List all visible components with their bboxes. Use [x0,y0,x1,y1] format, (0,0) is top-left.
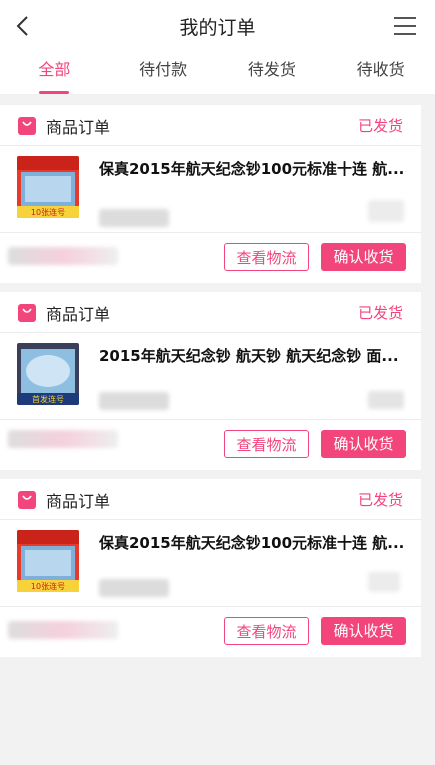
total-redacted [8,621,118,639]
page-title: 我的订单 [179,16,256,39]
quantity-redacted [368,572,400,592]
order-card: 商品订单 已发货 首发连号 2015年航天纪念钞 航天钞 航天纪念钞 面... … [0,292,421,470]
confirm-receipt-button[interactable]: 确认收货 [321,430,406,458]
product-thumbnail[interactable]: 10张连号 [17,156,79,218]
svg-text:10张连号: 10张连号 [31,581,65,591]
shopping-bag-icon [18,117,36,135]
divider [0,419,421,420]
order-header: 商品订单 已发货 [0,105,421,145]
shopping-bag-icon [18,491,36,509]
quantity-redacted [368,200,404,222]
order-status: 已发货 [357,491,403,509]
confirm-receipt-button[interactable]: 确认收货 [321,617,406,645]
tab-pending-shipment[interactable]: 待发货 [218,52,327,94]
price-redacted [99,579,169,597]
order-status: 已发货 [357,304,403,322]
product-thumbnail[interactable]: 10张连号 [17,530,79,592]
order-type-label: 商品订单 [46,118,111,137]
banknote-image: 10张连号 [17,530,79,592]
order-card: 商品订单 已发货 10张连号 保真2015年航天纪念钞100元标准十连 航...… [0,105,421,283]
price-redacted [99,209,169,227]
order-tabs: 全部 待付款 待发货 待收货 [0,52,435,94]
product-name[interactable]: 保真2015年航天纪念钞100元标准十连 航... [99,158,409,179]
divider [0,232,421,233]
banknote-image: 首发连号 [17,343,79,405]
total-redacted [8,247,118,265]
product-name[interactable]: 2015年航天纪念钞 航天钞 航天纪念钞 面... [99,345,409,366]
total-redacted [8,430,118,448]
product-name[interactable]: 保真2015年航天纪念钞100元标准十连 航... [99,532,409,553]
app-header: 我的订单 [0,0,435,52]
order-header: 商品订单 已发货 [0,479,421,519]
svg-text:10张连号: 10张连号 [31,207,65,217]
shopping-bag-icon [18,304,36,322]
price-redacted [99,392,169,410]
banknote-image: 10张连号 [17,156,79,218]
divider [0,606,421,607]
confirm-receipt-button[interactable]: 确认收货 [321,243,406,271]
svg-text:首发连号: 首发连号 [32,394,64,404]
quantity-redacted [368,391,404,409]
view-logistics-button[interactable]: 查看物流 [224,617,309,645]
product-thumbnail[interactable]: 首发连号 [17,343,79,405]
order-card: 商品订单 已发货 10张连号 保真2015年航天纪念钞100元标准十连 航...… [0,479,421,657]
order-status: 已发货 [357,117,403,135]
order-type-label: 商品订单 [46,305,111,324]
order-type-label: 商品订单 [46,492,111,511]
tab-pending-payment[interactable]: 待付款 [109,52,218,94]
divider [0,332,421,333]
divider [0,145,421,146]
tab-pending-receipt[interactable]: 待收货 [326,52,435,94]
view-logistics-button[interactable]: 查看物流 [224,243,309,271]
tab-all[interactable]: 全部 [0,52,109,94]
back-arrow-icon[interactable] [12,14,34,38]
page-edge [421,94,435,765]
divider [0,519,421,520]
view-logistics-button[interactable]: 查看物流 [224,430,309,458]
order-header: 商品订单 已发货 [0,292,421,332]
menu-icon[interactable] [393,15,417,37]
